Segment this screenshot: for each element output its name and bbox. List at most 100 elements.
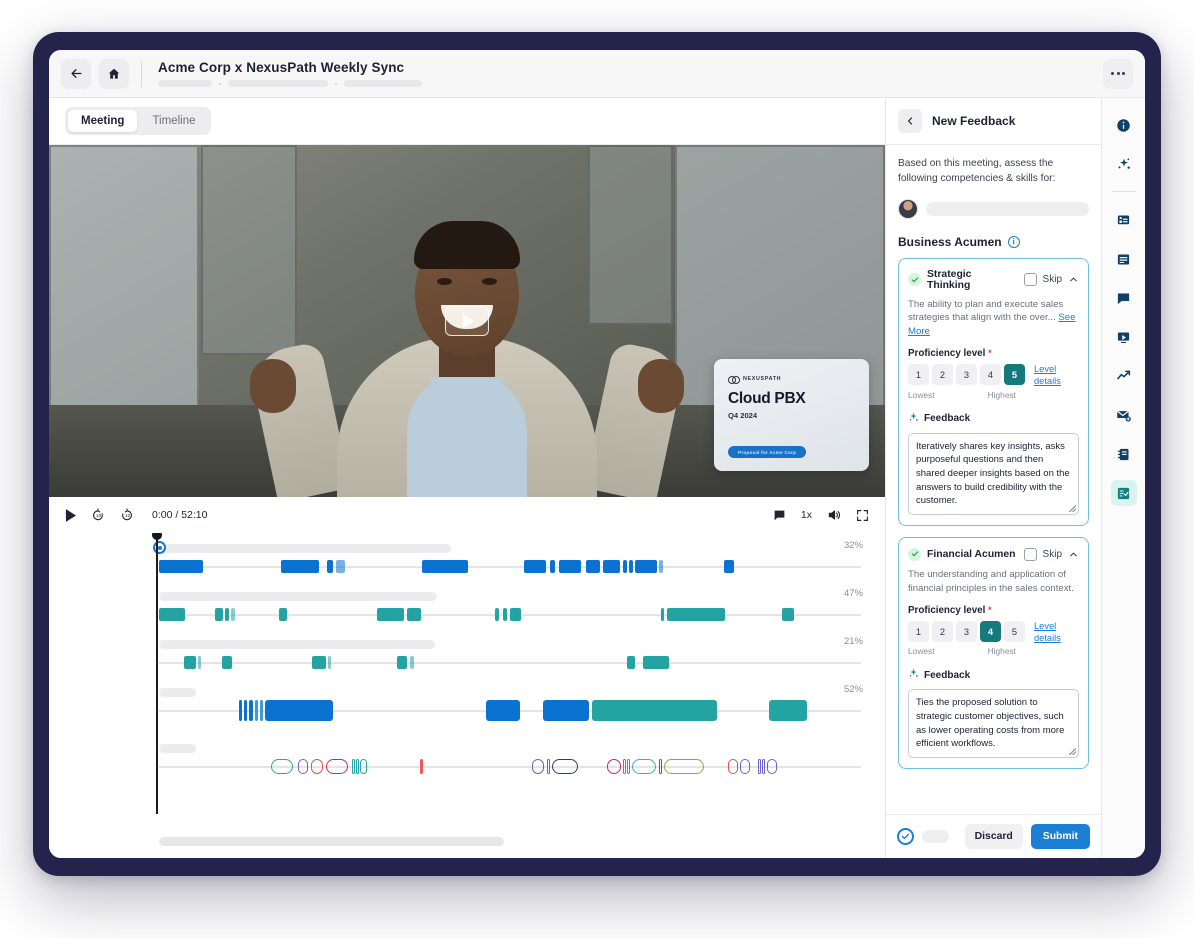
timeline-row[interactable]: 47% bbox=[49, 583, 885, 631]
timeline-topic-segment[interactable] bbox=[249, 700, 253, 721]
timeline-moment-chip[interactable] bbox=[360, 759, 367, 774]
timeline-segment[interactable] bbox=[281, 560, 319, 573]
timeline-row[interactable]: 32% bbox=[49, 535, 885, 583]
timeline-segment[interactable] bbox=[510, 608, 521, 621]
timeline-segment[interactable] bbox=[495, 608, 499, 621]
comment-icon[interactable] bbox=[1111, 285, 1137, 311]
timeline-segment[interactable] bbox=[629, 560, 633, 573]
timeline-moment-chip[interactable] bbox=[623, 759, 626, 774]
ai-sparkle-icon[interactable] bbox=[1111, 151, 1137, 177]
timeline-segment[interactable] bbox=[503, 608, 507, 621]
timeline-moment-chip[interactable] bbox=[627, 759, 630, 774]
timeline-topic-segment[interactable] bbox=[260, 700, 263, 721]
back-button[interactable] bbox=[61, 58, 91, 89]
play-button[interactable] bbox=[65, 508, 76, 522]
timeline-segment[interactable] bbox=[407, 608, 421, 621]
info-icon[interactable] bbox=[1111, 112, 1137, 138]
video-player[interactable]: NEXUSPATH Cloud PBX Q4 2024 Proposal for… bbox=[49, 145, 885, 497]
timeline-segment[interactable] bbox=[184, 656, 196, 669]
timeline-topic-segment[interactable] bbox=[255, 700, 258, 721]
email-add-icon[interactable] bbox=[1111, 402, 1137, 428]
timeline-segment[interactable] bbox=[225, 608, 229, 621]
discard-button[interactable]: Discard bbox=[964, 824, 1023, 849]
analytics-icon[interactable] bbox=[1111, 363, 1137, 389]
timeline-segment[interactable] bbox=[159, 608, 185, 621]
video-clip-icon[interactable] bbox=[1111, 324, 1137, 350]
timeline-moment-chip[interactable] bbox=[420, 759, 423, 774]
timeline-moment-chip[interactable] bbox=[352, 759, 355, 774]
timeline-topic-segment[interactable] bbox=[244, 700, 247, 721]
timeline-segment[interactable] bbox=[782, 608, 794, 621]
proficiency-level-3[interactable]: 3 bbox=[956, 364, 977, 386]
home-button[interactable] bbox=[99, 58, 129, 89]
timeline-segment[interactable] bbox=[397, 656, 407, 669]
proficiency-level-5[interactable]: 5 bbox=[1004, 621, 1025, 643]
timeline-moment-chip[interactable] bbox=[607, 759, 621, 774]
proficiency-level-1[interactable]: 1 bbox=[908, 621, 929, 643]
timeline-segment[interactable] bbox=[231, 608, 235, 621]
fullscreen-button[interactable] bbox=[856, 509, 869, 522]
timeline-moment-chip[interactable] bbox=[762, 759, 765, 774]
timeline-segment[interactable] bbox=[222, 656, 232, 669]
timeline-segment[interactable] bbox=[159, 560, 203, 573]
timeline-segment[interactable] bbox=[659, 560, 663, 573]
submit-button[interactable]: Submit bbox=[1030, 824, 1090, 849]
timeline-segment[interactable] bbox=[215, 608, 223, 621]
timeline-moment-chip[interactable] bbox=[547, 759, 550, 774]
timeline-row-topics[interactable]: 52% bbox=[49, 679, 885, 735]
skip-checkbox[interactable] bbox=[1023, 273, 1037, 287]
timeline-segment[interactable] bbox=[643, 656, 669, 669]
panel-back-button[interactable] bbox=[898, 109, 922, 133]
playback-speed-button[interactable]: 1x bbox=[801, 509, 812, 521]
timeline-segment[interactable] bbox=[279, 608, 287, 621]
proficiency-level-4[interactable]: 4 bbox=[980, 364, 1001, 386]
chevron-up-icon[interactable] bbox=[1068, 274, 1079, 285]
timeline-moment-chip[interactable] bbox=[758, 759, 761, 774]
timeline-segment[interactable] bbox=[635, 560, 657, 573]
play-overlay-button[interactable] bbox=[445, 306, 489, 336]
forward-10-button[interactable]: 10 bbox=[120, 508, 134, 522]
timeline-moment-chip[interactable] bbox=[298, 759, 308, 774]
timeline-segment[interactable] bbox=[410, 656, 414, 669]
feedback-textarea[interactable]: Ties the proposed solution to strategic … bbox=[908, 689, 1079, 759]
proficiency-level-4[interactable]: 4 bbox=[980, 621, 1001, 643]
timeline-segment[interactable] bbox=[198, 656, 201, 669]
timeline-segment[interactable] bbox=[559, 560, 581, 573]
check-circle-outline-icon[interactable] bbox=[897, 828, 914, 845]
feedback-textarea[interactable]: Iteratively shares key insights, asks pu… bbox=[908, 432, 1079, 515]
resize-grip-icon[interactable] bbox=[1069, 504, 1076, 512]
feedback-form-icon[interactable] bbox=[1110, 480, 1137, 506]
timeline-segment[interactable] bbox=[550, 560, 555, 573]
timeline-moment-chip[interactable] bbox=[311, 759, 323, 774]
playhead[interactable] bbox=[151, 533, 162, 814]
timeline-moment-chip[interactable] bbox=[767, 759, 777, 774]
comment-button[interactable] bbox=[773, 509, 786, 522]
timeline-topic-segment[interactable] bbox=[769, 700, 807, 721]
timeline-segment[interactable] bbox=[603, 560, 620, 573]
timeline-segment[interactable] bbox=[312, 656, 326, 669]
timeline-topic-segment[interactable] bbox=[592, 700, 717, 721]
timeline-moment-chip[interactable] bbox=[664, 759, 704, 774]
timeline-moment-chip[interactable] bbox=[271, 759, 293, 774]
timeline-moment-chip[interactable] bbox=[326, 759, 348, 774]
notebook-icon[interactable] bbox=[1111, 441, 1137, 467]
tab-meeting[interactable]: Meeting bbox=[68, 110, 138, 132]
chevron-up-icon[interactable] bbox=[1068, 549, 1079, 560]
skip-checkbox[interactable] bbox=[1023, 547, 1037, 561]
tab-timeline[interactable]: Timeline bbox=[139, 110, 208, 132]
timeline-segment[interactable] bbox=[586, 560, 600, 573]
timeline-topic-segment[interactable] bbox=[239, 700, 242, 721]
rewind-10-button[interactable]: 10 bbox=[91, 508, 105, 522]
timeline-moment-chip[interactable] bbox=[356, 759, 359, 774]
timeline-moment-chip[interactable] bbox=[740, 759, 750, 774]
timeline-segment[interactable] bbox=[328, 656, 331, 669]
timeline-moment-chip[interactable] bbox=[659, 759, 662, 774]
level-details-link[interactable]: Level details bbox=[1034, 364, 1070, 387]
timeline-row-moments[interactable] bbox=[49, 735, 885, 785]
timeline-segment[interactable] bbox=[627, 656, 635, 669]
proficiency-level-3[interactable]: 3 bbox=[956, 621, 977, 643]
timeline-segment[interactable] bbox=[661, 608, 664, 621]
proficiency-level-2[interactable]: 2 bbox=[932, 364, 953, 386]
timeline-panel[interactable]: 32% 47% 21% 52% bbox=[49, 533, 885, 858]
see-more-link[interactable]: See More bbox=[908, 312, 1075, 337]
